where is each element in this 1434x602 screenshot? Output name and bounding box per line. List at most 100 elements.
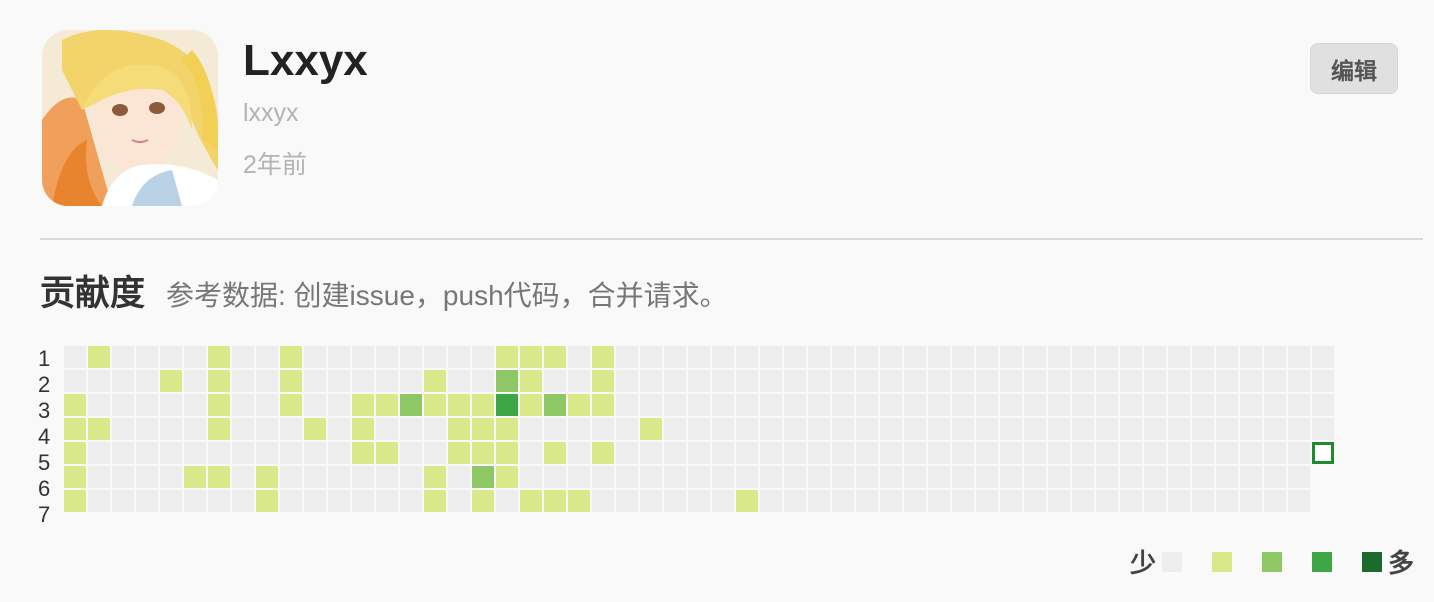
contribution-cell[interactable] — [880, 418, 902, 440]
contribution-cell[interactable] — [520, 418, 542, 440]
contribution-cell[interactable] — [1216, 394, 1238, 416]
contribution-cell[interactable] — [376, 370, 398, 392]
contribution-cell[interactable] — [160, 490, 182, 512]
contribution-cell[interactable] — [1240, 394, 1262, 416]
contribution-cell[interactable] — [304, 442, 326, 464]
contribution-cell[interactable] — [1144, 466, 1166, 488]
contribution-cell[interactable] — [832, 370, 854, 392]
contribution-cell[interactable] — [208, 418, 230, 440]
contribution-cell[interactable] — [1288, 394, 1310, 416]
contribution-cell[interactable] — [880, 394, 902, 416]
contribution-cell[interactable] — [1024, 490, 1046, 512]
contribution-cell[interactable] — [256, 466, 278, 488]
contribution-cell[interactable] — [376, 490, 398, 512]
contribution-cell[interactable] — [232, 442, 254, 464]
contribution-cell[interactable] — [1000, 418, 1022, 440]
contribution-cell[interactable] — [1192, 418, 1214, 440]
contribution-cell[interactable] — [64, 394, 86, 416]
contribution-cell[interactable] — [640, 466, 662, 488]
contribution-cell[interactable] — [640, 346, 662, 368]
contribution-cell[interactable] — [448, 346, 470, 368]
contribution-cell[interactable] — [664, 394, 686, 416]
contribution-cell[interactable] — [496, 466, 518, 488]
contribution-cell[interactable] — [376, 466, 398, 488]
contribution-cell[interactable] — [280, 418, 302, 440]
contribution-cell[interactable] — [976, 466, 998, 488]
contribution-cell[interactable] — [856, 466, 878, 488]
contribution-cell[interactable] — [688, 370, 710, 392]
contribution-cell[interactable] — [592, 418, 614, 440]
contribution-cell[interactable] — [352, 442, 374, 464]
contribution-cell[interactable] — [1000, 346, 1022, 368]
contribution-cell[interactable] — [400, 370, 422, 392]
contribution-cell[interactable] — [208, 442, 230, 464]
contribution-cell[interactable] — [832, 490, 854, 512]
contribution-cell[interactable] — [1240, 346, 1262, 368]
contribution-cell[interactable] — [616, 466, 638, 488]
contribution-cell[interactable] — [1024, 418, 1046, 440]
contribution-cell[interactable] — [232, 370, 254, 392]
contribution-cell[interactable] — [160, 370, 182, 392]
contribution-cell[interactable] — [1024, 442, 1046, 464]
contribution-cell[interactable] — [472, 346, 494, 368]
contribution-cell[interactable] — [184, 490, 206, 512]
contribution-cell[interactable] — [856, 346, 878, 368]
contribution-cell[interactable] — [1264, 370, 1286, 392]
contribution-cell[interactable] — [424, 466, 446, 488]
contribution-cell[interactable] — [808, 466, 830, 488]
contribution-cell[interactable] — [352, 418, 374, 440]
contribution-cell[interactable] — [88, 442, 110, 464]
contribution-cell[interactable] — [1048, 370, 1070, 392]
contribution-cell[interactable] — [1144, 418, 1166, 440]
contribution-cell[interactable] — [256, 370, 278, 392]
contribution-cell[interactable] — [1288, 442, 1310, 464]
contribution-cell[interactable] — [1192, 466, 1214, 488]
contribution-cell[interactable] — [616, 370, 638, 392]
contribution-cell[interactable] — [1168, 442, 1190, 464]
contribution-cell[interactable] — [568, 394, 590, 416]
contribution-cell[interactable] — [1312, 346, 1334, 368]
contribution-cell[interactable] — [496, 394, 518, 416]
contribution-cell[interactable] — [64, 418, 86, 440]
contribution-cell[interactable] — [760, 370, 782, 392]
contribution-cell[interactable] — [352, 466, 374, 488]
contribution-cell[interactable] — [904, 490, 926, 512]
contribution-cell[interactable] — [856, 370, 878, 392]
contribution-cell[interactable] — [568, 418, 590, 440]
contribution-cell[interactable] — [688, 394, 710, 416]
contribution-cell[interactable] — [1048, 394, 1070, 416]
contribution-cell[interactable] — [904, 418, 926, 440]
contribution-cell[interactable] — [832, 466, 854, 488]
contribution-cell[interactable] — [904, 370, 926, 392]
contribution-cell[interactable] — [280, 466, 302, 488]
contribution-cell[interactable] — [1000, 394, 1022, 416]
contribution-cell[interactable] — [400, 394, 422, 416]
contribution-cell[interactable] — [160, 466, 182, 488]
contribution-cell[interactable] — [256, 394, 278, 416]
contribution-cell[interactable] — [1288, 346, 1310, 368]
contribution-cell[interactable] — [496, 346, 518, 368]
contribution-cell[interactable] — [448, 442, 470, 464]
contribution-cell[interactable] — [736, 490, 758, 512]
contribution-cell[interactable] — [808, 490, 830, 512]
contribution-cell[interactable] — [472, 418, 494, 440]
contribution-cell[interactable] — [1288, 490, 1310, 512]
contribution-cell[interactable] — [664, 466, 686, 488]
contribution-cell[interactable] — [712, 418, 734, 440]
contribution-cell[interactable] — [640, 490, 662, 512]
contribution-cell[interactable] — [280, 394, 302, 416]
contribution-cell[interactable] — [208, 394, 230, 416]
contribution-cell[interactable] — [1048, 442, 1070, 464]
contribution-cell[interactable] — [928, 466, 950, 488]
contribution-cell[interactable] — [952, 466, 974, 488]
contribution-cell[interactable] — [808, 442, 830, 464]
contribution-cell[interactable] — [160, 442, 182, 464]
contribution-cell[interactable] — [472, 490, 494, 512]
contribution-cell[interactable] — [520, 394, 542, 416]
contribution-cell[interactable] — [136, 370, 158, 392]
contribution-cell[interactable] — [736, 394, 758, 416]
contribution-cell[interactable] — [544, 490, 566, 512]
contribution-cell[interactable] — [184, 442, 206, 464]
contribution-cell[interactable] — [1120, 394, 1142, 416]
contribution-cell[interactable] — [136, 346, 158, 368]
